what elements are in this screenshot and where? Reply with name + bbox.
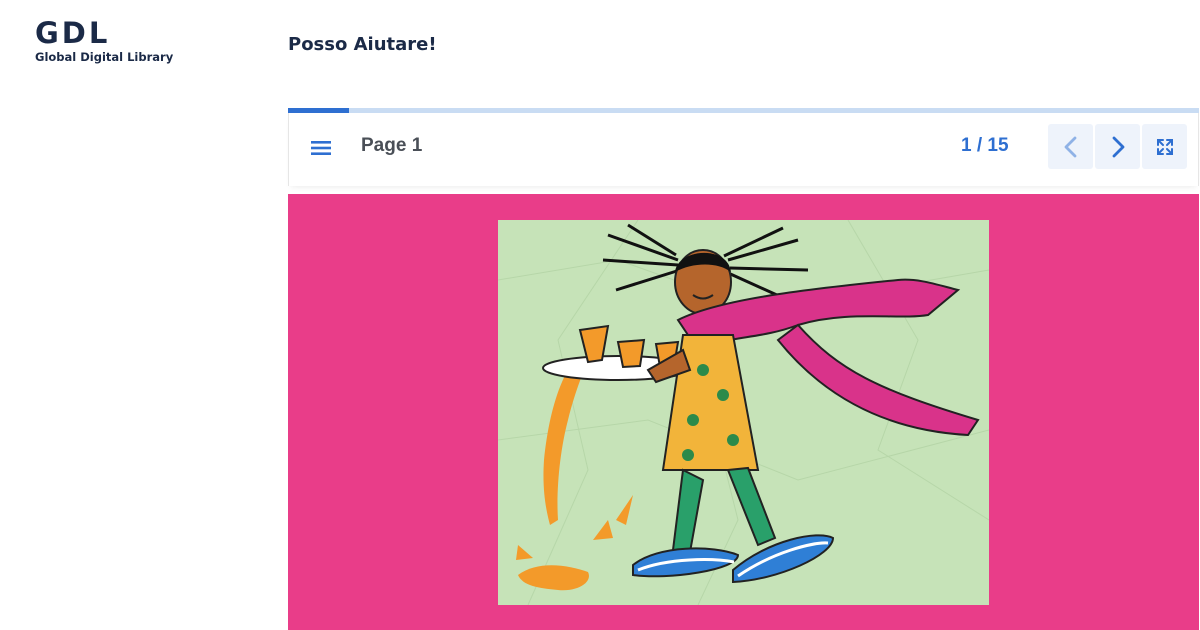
chevron-left-icon bbox=[1064, 136, 1076, 157]
logo[interactable]: GDL Global Digital Library bbox=[35, 16, 173, 64]
book-page bbox=[288, 194, 1199, 630]
girl-spilling-drinks-illustration bbox=[498, 220, 989, 605]
fullscreen-button[interactable] bbox=[1142, 124, 1187, 169]
next-page-button[interactable] bbox=[1095, 124, 1140, 169]
fullscreen-icon bbox=[1156, 138, 1173, 155]
book-title: Posso Aiutare! bbox=[288, 34, 437, 55]
book-reader: Page 1 1 / 15 bbox=[288, 108, 1199, 630]
previous-page-button[interactable] bbox=[1048, 124, 1093, 169]
logo-subtitle: Global Digital Library bbox=[35, 50, 174, 64]
page-counter: 1 / 15 bbox=[961, 135, 1009, 156]
reader-toolbar: Page 1 1 / 15 bbox=[288, 113, 1199, 186]
chevron-right-icon bbox=[1112, 136, 1124, 157]
page-label: Page 1 bbox=[361, 135, 423, 156]
logo-mark: GDL bbox=[35, 16, 111, 50]
page-illustration bbox=[498, 220, 989, 605]
menu-button[interactable] bbox=[307, 134, 335, 162]
menu-icon bbox=[311, 141, 331, 155]
